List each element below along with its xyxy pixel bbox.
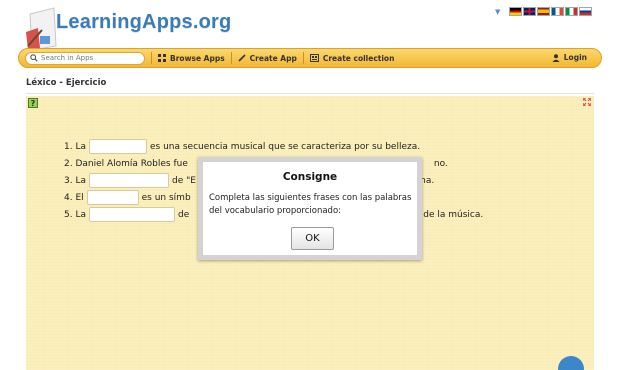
- help-icon[interactable]: ?: [28, 98, 38, 108]
- sentence-text: 4. El: [64, 192, 84, 203]
- answer-blank[interactable]: [88, 173, 169, 188]
- italy-flag-icon[interactable]: [565, 7, 578, 16]
- create-app-label: Create App: [249, 53, 297, 63]
- sentence-text: es una secuencia musical que se caracter…: [149, 141, 421, 152]
- answer-blank[interactable]: [88, 139, 147, 154]
- main-navbar: Browse Apps Create App Create collection…: [18, 48, 602, 68]
- login-label: Login: [563, 53, 587, 62]
- instructions-dialog: Consigne Completa las siguientes frases …: [198, 157, 422, 260]
- title-divider: [26, 93, 594, 94]
- search-icon: [30, 54, 38, 62]
- fullscreen-icon[interactable]: [583, 98, 591, 106]
- sentence-text: de: [177, 209, 190, 220]
- uk-flag-icon[interactable]: [523, 7, 536, 16]
- answer-blank[interactable]: [88, 207, 175, 222]
- search-input[interactable]: [41, 52, 141, 64]
- page-title: Léxico - Ejercicio: [26, 78, 107, 88]
- france-flag-icon[interactable]: [551, 7, 564, 16]
- svg-text:?: ?: [31, 99, 36, 108]
- pencil-icon: [238, 54, 246, 62]
- create-collection-label: Create collection: [322, 53, 395, 63]
- spain-flag-icon[interactable]: [537, 7, 550, 16]
- german-flag-icon[interactable]: [509, 7, 522, 16]
- logo-art-icon: [26, 7, 57, 50]
- ok-button[interactable]: OK: [291, 227, 334, 250]
- dialog-message: Completa las siguientes frases con las p…: [209, 193, 412, 216]
- answer-blank[interactable]: [86, 190, 139, 205]
- sentence-text: es un símb: [141, 192, 191, 203]
- create-app-button[interactable]: Create App: [238, 54, 297, 63]
- exercise-line: 1. La es una secuencia musical que se ca…: [64, 138, 483, 155]
- logo[interactable]: LearningApps.org: [24, 0, 231, 50]
- russia-flag-icon[interactable]: [579, 7, 592, 16]
- sentence-text: de "E: [171, 175, 196, 186]
- grid-icon: [158, 54, 166, 62]
- sentence-text: 3. La: [64, 175, 86, 186]
- language-dropdown-icon[interactable]: ▼: [495, 8, 503, 16]
- chat-bubble-icon[interactable]: [558, 356, 584, 370]
- logo-text: LearningApps.org: [56, 11, 232, 33]
- browse-apps-label: Browse Apps: [170, 53, 225, 63]
- login-button[interactable]: Login: [552, 53, 587, 62]
- sentence-text: 1. La: [64, 141, 86, 152]
- nav-separator: [151, 52, 152, 64]
- nav-separator: [302, 52, 304, 64]
- sentence-text: de la música.: [423, 209, 484, 220]
- create-collection-button[interactable]: Create collection: [309, 53, 395, 63]
- language-selector: ▼: [495, 7, 592, 16]
- sentence-text: no.: [433, 158, 448, 169]
- search-box: [25, 51, 145, 65]
- user-icon: [552, 53, 560, 62]
- browse-apps-button[interactable]: Browse Apps: [158, 54, 225, 63]
- nav-separator: [230, 52, 232, 64]
- dialog-title: Consigne: [282, 171, 338, 183]
- sentence-text: 5. La: [64, 209, 86, 220]
- collection-icon: [309, 54, 319, 62]
- sentence-text: 2. Daniel Alomía Robles fue: [64, 158, 188, 169]
